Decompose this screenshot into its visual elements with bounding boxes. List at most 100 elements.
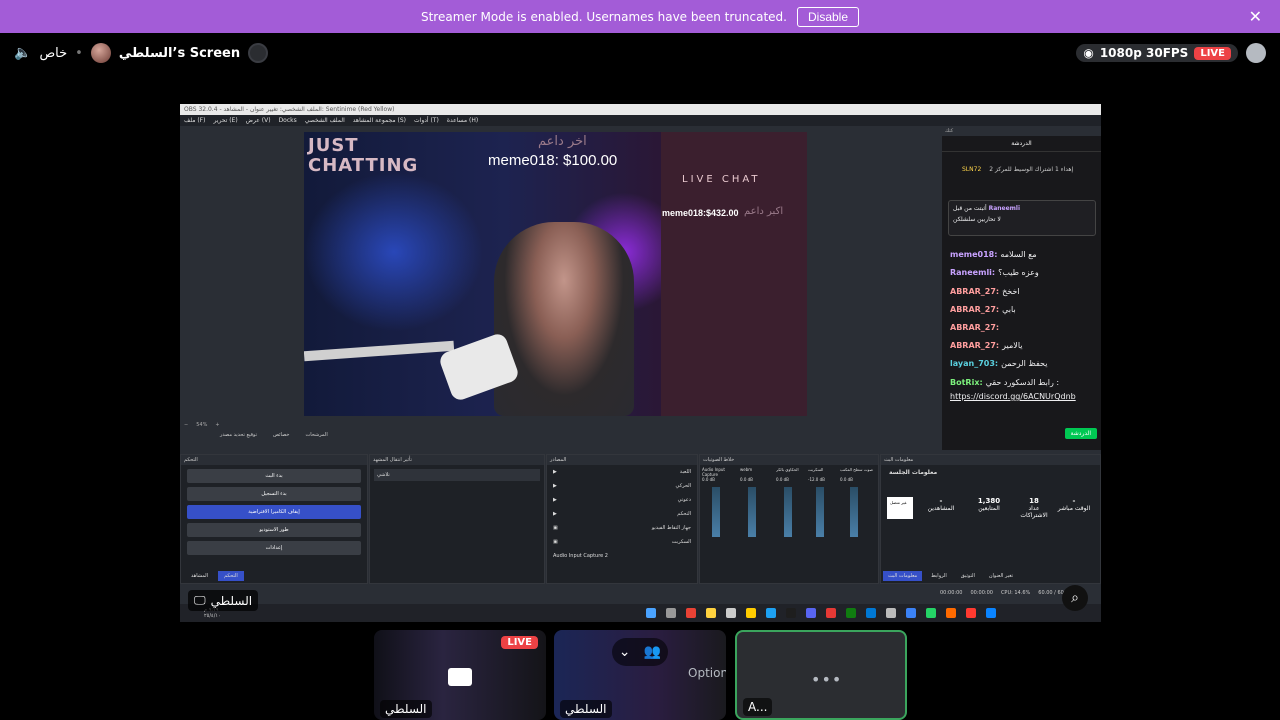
app-icon[interactable] — [665, 608, 676, 618]
zoom-in-icon[interactable]: + — [215, 422, 219, 428]
zoom-icon[interactable]: ⌕ — [1062, 585, 1088, 611]
chat-send-button[interactable]: الدردشة — [1064, 428, 1097, 439]
chat-line: meme018: مع السلامه — [950, 250, 1037, 259]
app-icon[interactable] — [945, 608, 956, 618]
chat-tab[interactable]: الدردشة — [942, 136, 1101, 152]
disable-streamer-mode-button[interactable]: Disable — [796, 6, 860, 27]
tab-stream-info[interactable]: معلومات البث — [883, 571, 923, 581]
volume-meter[interactable] — [850, 487, 858, 537]
transition-select[interactable]: تلاشي — [374, 469, 540, 481]
lock-selection-button[interactable]: توقيع تحديد مصدر — [220, 432, 257, 438]
more-icon[interactable]: ••• — [811, 670, 842, 689]
participant-name: السلطي — [560, 700, 612, 718]
zoom-out-icon[interactable]: − — [184, 422, 188, 428]
source-item[interactable]: ▣ جهاز التقاط الفيديو — [547, 521, 697, 535]
viewer-avatar — [248, 43, 269, 63]
windows-taskbar: ٩:١٩ م ٢٥/٤/١٠ — [180, 604, 1101, 622]
app-icon[interactable] — [905, 608, 916, 618]
tab-scenes[interactable]: المشاهد — [185, 571, 214, 581]
menu-profile[interactable]: الملف الشخصي — [305, 117, 345, 124]
app-icon[interactable] — [785, 608, 796, 618]
edge-icon[interactable] — [865, 608, 876, 618]
speaker-icon[interactable]: 🔈 — [14, 45, 31, 61]
close-icon[interactable]: ✕ — [1249, 7, 1262, 26]
filters-button[interactable]: المرشحات — [306, 432, 328, 438]
chrome-icon[interactable] — [685, 608, 696, 618]
participant-tile[interactable]: ••• A... — [735, 630, 907, 720]
chat-input-bar: الدردشة — [942, 420, 1101, 450]
chat-line: ABRAR_27: بابي — [950, 305, 1016, 314]
menu-file[interactable]: ملف (F) — [184, 117, 205, 124]
start-streaming-button[interactable]: بدء البث — [187, 469, 361, 483]
obs-titlebar: OBS 32.0.4 - الملف الشخصي: تغيير عنوان -… — [180, 104, 1101, 115]
stream-time: 00:00:00 — [940, 590, 963, 596]
obs-menubar: ملف (F) تحرير (E) عرض (V) Docks الملف ال… — [180, 115, 1101, 126]
participant-tile[interactable]: ⌄👥 Options السلطي — [554, 630, 726, 720]
top-user: SLN72 — [962, 166, 982, 173]
stat-viewers: - المشاهدين — [927, 497, 955, 512]
mixer-db: 0.0 dB — [740, 477, 753, 482]
obs-window: OBS 32.0.4 - الملف الشخصي: تغيير عنوان -… — [180, 104, 1101, 622]
tile-controls[interactable]: ⌄ 👥 — [612, 638, 668, 666]
windows-start-icon[interactable] — [985, 608, 996, 618]
menu-help[interactable]: مساعدة (H) — [447, 117, 478, 124]
quality-badge[interactable]: ◉ 1080p 30FPS LIVE — [1076, 44, 1238, 62]
app-icon[interactable] — [645, 608, 656, 618]
session-status: غير متصل — [887, 497, 913, 519]
last-donation: meme018: $100.00 — [488, 152, 618, 169]
mixer-channel-label: السكربت — [808, 467, 824, 472]
volume-meter[interactable] — [712, 487, 720, 537]
source-item[interactable]: ▶ التحكم — [547, 507, 697, 521]
stat-live-time: - الوقت مباشر — [1057, 497, 1091, 512]
live-badge: LIVE — [1194, 46, 1231, 60]
xbox-icon[interactable] — [845, 608, 856, 618]
pinned-message[interactable]: أثبتت من قبل Raneemli لا تحاربين سلشلكن — [948, 200, 1096, 236]
streamer-mode-banner: Streamer Mode is enabled. Usernames have… — [0, 0, 1280, 33]
tab-verification[interactable]: التوثيق — [956, 571, 980, 581]
live-badge: LIVE — [501, 636, 538, 649]
stop-virtual-camera-button[interactable]: إيقاف الكاميرا الافتراضية — [187, 505, 361, 519]
volume-meter[interactable] — [748, 487, 756, 537]
discord-link[interactable]: https://discord.gg/6ACNUrQdnb — [950, 392, 1076, 401]
obs-icon[interactable] — [725, 608, 736, 618]
settings-button[interactable]: إعدادات — [187, 541, 361, 555]
start-recording-button[interactable]: بدء التسجيل — [187, 487, 361, 501]
menu-docks[interactable]: Docks — [279, 117, 297, 124]
participant-tile[interactable]: LIVE السلطي — [374, 630, 546, 720]
app-icon[interactable] — [705, 608, 716, 618]
source-item[interactable]: Audio Input Capture 2 — [547, 549, 697, 563]
source-item[interactable]: ▶ دعوتي — [547, 493, 697, 507]
studio-mode-button[interactable]: طور الاستوديو — [187, 523, 361, 537]
discord-icon[interactable] — [805, 608, 816, 618]
app-icon[interactable] — [925, 608, 936, 618]
stats-dock-title: معلومات البث — [881, 455, 1100, 465]
app-icon[interactable] — [965, 608, 976, 618]
menu-edit[interactable]: تحرير (E) — [213, 117, 237, 124]
tab-change-title[interactable]: تغير العنوان — [984, 571, 1018, 581]
properties-button[interactable]: خصائص — [273, 432, 289, 438]
mic-arm — [304, 340, 455, 362]
sources-dock-title: المصادر — [547, 455, 697, 465]
screen-share-tag: 🖵 السلطي — [188, 590, 259, 611]
app-icon[interactable] — [765, 608, 776, 618]
mixer-channel-label: صوت سطح المكتب — [840, 467, 873, 472]
chat-icon[interactable] — [1246, 43, 1266, 63]
tab-links[interactable]: الروابط — [926, 571, 952, 581]
tab-controls[interactable]: التحكم — [218, 571, 244, 581]
settings-icon[interactable] — [885, 608, 896, 618]
options-label[interactable]: Options — [688, 666, 726, 680]
source-item[interactable]: ▶ الحركي — [547, 479, 697, 493]
volume-meter[interactable] — [784, 487, 792, 537]
folder-icon[interactable] — [745, 608, 756, 618]
volume-meter[interactable] — [816, 487, 824, 537]
pinned-text: لا تحاربين سلشلكن — [953, 216, 1001, 223]
source-item[interactable]: ▣ السكربت — [547, 535, 697, 549]
participant-name: السلطي — [380, 700, 432, 718]
menu-view[interactable]: عرض (V) — [246, 117, 271, 124]
app-icon[interactable] — [825, 608, 836, 618]
source-item[interactable]: ▶ اللعبة — [547, 465, 697, 479]
mixer-db: 0.0 dB — [840, 477, 853, 482]
menu-scene-collection[interactable]: مجموعة المشاهد (S) — [353, 117, 406, 124]
record-time: 00:00:00 — [970, 590, 993, 596]
menu-tools[interactable]: أدوات (T) — [414, 117, 439, 124]
